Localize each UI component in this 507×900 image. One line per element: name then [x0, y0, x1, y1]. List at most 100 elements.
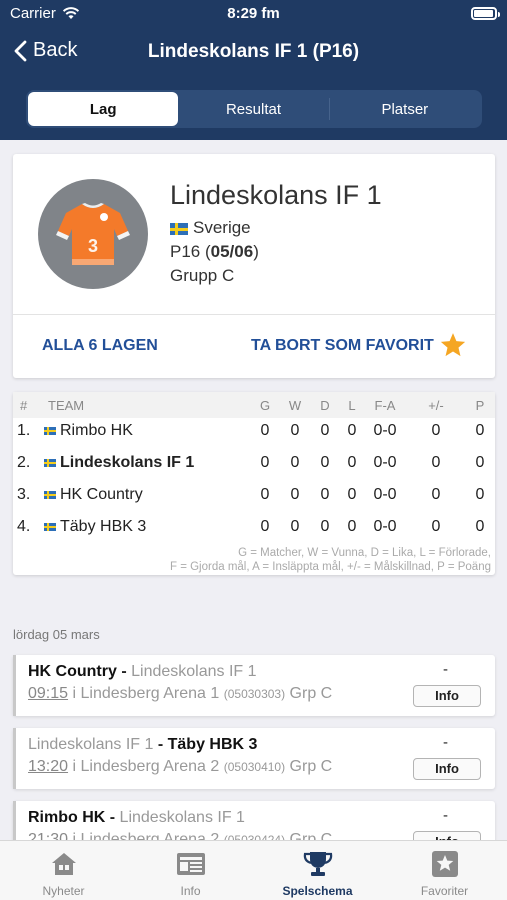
country-label: Sverige [193, 218, 251, 237]
away-team: Lindeskolans IF 1 [119, 809, 245, 826]
status-bar: Carrier 8:29 fm [0, 5, 507, 25]
row-stat-diff: 0 [431, 454, 441, 471]
star-icon[interactable] [439, 331, 467, 359]
col-diff: +/- [428, 398, 444, 413]
class-year: 05/06 [210, 242, 254, 261]
row-team[interactable]: Täby HBK 3 [44, 518, 146, 536]
star-box-icon [431, 851, 458, 877]
row-team[interactable]: Lindeskolans IF 1 [44, 454, 194, 472]
tab-bar: Nyheter Info Spelschema Favoriter [0, 840, 507, 900]
class-prefix: P16 ( [170, 242, 211, 261]
row-team-name: Täby HBK 3 [60, 518, 147, 535]
row-stat-g: 0 [260, 518, 270, 535]
row-stat-l: 0 [347, 518, 357, 535]
tab-info[interactable]: Info [127, 841, 254, 900]
legend-line: F = Gjorda mål, A = Insläppta mål, +/- =… [169, 561, 491, 573]
sweden-flag-icon [170, 222, 188, 235]
info-button[interactable]: Info [413, 685, 481, 707]
row-stat-p: 0 [475, 518, 485, 535]
row-stat-p: 0 [475, 454, 485, 471]
trophy-icon [303, 852, 332, 876]
sweden-flag-icon [44, 490, 56, 499]
page-title: Lindeskolans IF 1 (P16) [147, 41, 360, 62]
jersey-icon: 3 [56, 203, 130, 265]
row-stat-fa: 0-0 [373, 486, 397, 503]
all-teams-button[interactable]: ALLA 6 LAGEN [42, 337, 158, 355]
house-icon [51, 853, 76, 875]
team-avatar: 3 [38, 179, 148, 289]
col-d: D [320, 398, 330, 413]
table-legend: G = Matcher, W = Vunna, D = Lika, L = Fö… [170, 546, 491, 574]
header: Carrier 8:29 fm Back Lindeskolans IF 1 (… [0, 0, 507, 140]
class-suffix: ) [253, 242, 259, 261]
table-header: # TEAM G W D L F-A +/- P [13, 392, 495, 418]
tab-favoriter[interactable]: Favoriter [381, 841, 507, 900]
match-code: (05030303) [223, 687, 286, 701]
match-detail: 13:20 i Lindesberg Arena 2 (05030410) Gr… [28, 758, 332, 776]
legend-line: G = Matcher, W = Vunna, D = Lika, L = Fö… [238, 547, 491, 559]
match-teams: Lindeskolans IF 1 - Täby HBK 3 [28, 736, 257, 754]
info-button[interactable]: Info [413, 758, 481, 780]
match-card[interactable]: HK Country - Lindeskolans IF 1 09:15 i L… [13, 655, 495, 716]
row-stat-diff: 0 [431, 486, 441, 503]
col-g: G [259, 398, 271, 413]
row-stat-w: 0 [290, 422, 300, 439]
segmented-control: Lag Resultat Platser [26, 90, 482, 128]
match-time: 09:15 [28, 685, 69, 702]
row-stat-d: 0 [320, 518, 330, 535]
team-group: Grupp C [170, 266, 235, 285]
row-team[interactable]: HK Country [44, 486, 143, 504]
row-position: 1. [17, 422, 31, 439]
row-stat-g: 0 [260, 486, 270, 503]
row-stat-p: 0 [475, 486, 485, 503]
row-stat-l: 0 [347, 454, 357, 471]
match-teams: HK Country - Lindeskolans IF 1 [28, 663, 257, 681]
clock: 8:29 fm [227, 5, 280, 22]
row-team[interactable]: Rimbo HK [44, 422, 133, 440]
tab-label: Favoriter [420, 884, 469, 898]
remove-favorite-button[interactable]: TA BORT SOM FAVORIT [251, 337, 434, 355]
team-name: Lindeskolans IF 1 [170, 180, 382, 210]
col-team: TEAM [48, 398, 85, 413]
row-stat-w: 0 [290, 454, 300, 471]
match-teams: Rimbo HK - Lindeskolans IF 1 [28, 809, 245, 827]
away-team: Täby HBK 3 [167, 736, 258, 753]
row-position: 4. [17, 518, 31, 535]
match-venue: i Lindesberg Arena 1 [68, 685, 224, 702]
row-stat-d: 0 [320, 486, 330, 503]
tab-nyheter[interactable]: Nyheter [0, 841, 127, 900]
home-team: HK Country [28, 663, 117, 680]
divider [13, 314, 495, 315]
row-stat-w: 0 [290, 518, 300, 535]
row-stat-l: 0 [347, 486, 357, 503]
row-team-name: Lindeskolans IF 1 [60, 454, 195, 471]
row-stat-fa: 0-0 [373, 422, 397, 439]
date-header: lördag 05 mars [13, 627, 100, 642]
col-w: W [288, 398, 302, 413]
match-card[interactable]: Lindeskolans IF 1 - Täby HBK 3 13:20 i L… [13, 728, 495, 789]
row-stat-d: 0 [320, 422, 330, 439]
match-score: - [443, 807, 448, 824]
sweden-flag-icon [44, 458, 56, 467]
row-stat-diff: 0 [431, 518, 441, 535]
match-time: 13:20 [28, 758, 69, 775]
row-stat-fa: 0-0 [373, 454, 397, 471]
row-stat-l: 0 [347, 422, 357, 439]
tab-spelschema[interactable]: Spelschema [254, 841, 381, 900]
match-code: (05030410) [223, 760, 286, 774]
col-pos: # [20, 398, 28, 413]
team-separator: - [105, 809, 120, 826]
tab-lag[interactable]: Lag [28, 92, 179, 126]
tab-label: Spelschema [282, 884, 353, 898]
team-card: 3 Lindeskolans IF 1 Sverige P16 (05/06) … [13, 154, 495, 378]
tab-platser[interactable]: Platser [330, 92, 480, 126]
row-stat-d: 0 [320, 454, 330, 471]
match-detail: 09:15 i Lindesberg Arena 1 (05030303) Gr… [28, 685, 332, 703]
sweden-flag-icon [44, 426, 56, 435]
match-score: - [443, 734, 448, 751]
match-score: - [443, 661, 448, 678]
team-separator: - [153, 736, 168, 753]
match-group: Grp C [285, 758, 333, 775]
tab-resultat[interactable]: Resultat [178, 92, 328, 126]
row-stat-w: 0 [290, 486, 300, 503]
